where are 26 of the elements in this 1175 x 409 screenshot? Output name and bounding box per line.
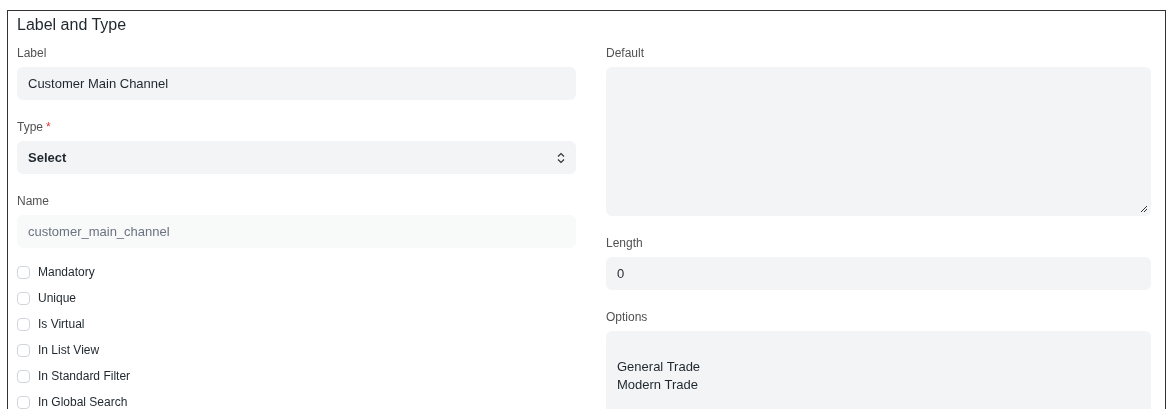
checkbox[interactable] bbox=[17, 343, 30, 357]
field-label: Name bbox=[17, 194, 49, 208]
text-field[interactable]: 0 bbox=[606, 257, 1151, 290]
checkbox-label: Is Virtual bbox=[38, 317, 85, 331]
checkbox[interactable] bbox=[17, 369, 30, 383]
select-field[interactable]: Select bbox=[17, 141, 576, 174]
field-label: Length bbox=[606, 236, 643, 250]
resize-grip-icon[interactable] bbox=[1140, 205, 1148, 213]
required-mark: * bbox=[46, 120, 51, 134]
text-field[interactable]: Customer Main Channel bbox=[17, 67, 576, 100]
checkbox-label: In Global Search bbox=[38, 395, 128, 409]
field-label: Options bbox=[606, 310, 648, 324]
checkbox-label: In List View bbox=[38, 343, 100, 357]
checkbox[interactable] bbox=[17, 395, 30, 409]
options-field[interactable]: General Trade Modern Trade bbox=[606, 331, 1151, 409]
field-label: Type bbox=[17, 120, 43, 134]
checkbox[interactable] bbox=[17, 291, 30, 305]
checkbox-label: Unique bbox=[38, 291, 77, 305]
checkbox[interactable] bbox=[17, 317, 30, 331]
chevron-up-down-icon bbox=[557, 151, 565, 164]
field-label: Default bbox=[606, 46, 645, 60]
checkbox-label: Mandatory bbox=[38, 265, 95, 279]
section-title: Label and Type bbox=[17, 15, 128, 35]
field-label: Label bbox=[17, 46, 47, 60]
checkbox[interactable] bbox=[17, 265, 30, 279]
checkbox-label: In Standard Filter bbox=[38, 369, 131, 383]
